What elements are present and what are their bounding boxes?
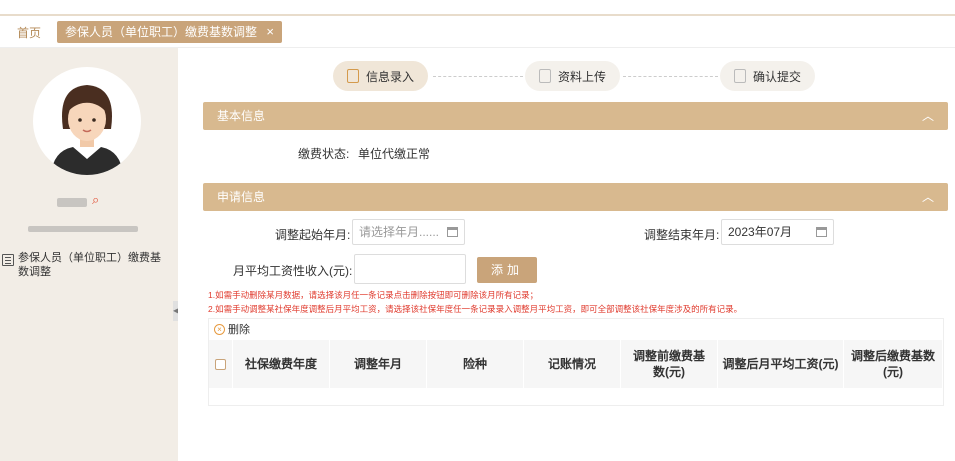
calendar-icon bbox=[447, 227, 458, 237]
income-input[interactable] bbox=[354, 254, 466, 284]
select-all-checkbox[interactable] bbox=[215, 358, 226, 370]
delete-button[interactable]: × 删除 bbox=[214, 321, 250, 337]
confirm-document-icon bbox=[734, 69, 746, 83]
delete-label: 删除 bbox=[228, 324, 250, 336]
avatar bbox=[33, 67, 141, 175]
user-id-number bbox=[28, 226, 138, 232]
hint-note: 2.如需手动调整某社保年度调整后月平均工资，请选择该社保年度任一条记录录入调整月… bbox=[208, 304, 743, 314]
chevron-up-icon[interactable]: ︿ bbox=[922, 183, 934, 211]
column-header: 记账情况 bbox=[524, 340, 621, 388]
sidebar-item-contribution-adjustment[interactable]: 参保人员（单位职工）缴费基数调整 bbox=[0, 251, 170, 279]
step-progress: 信息录入 资料上传 确认提交 bbox=[333, 61, 823, 91]
section-title: 基本信息 bbox=[217, 109, 266, 123]
sidebar: ⌕ 参保人员（单位职工）缴费基数调整 ◀ bbox=[0, 48, 179, 461]
edit-document-icon bbox=[347, 69, 359, 83]
hint-note: 1.如需手动删除某月数据，请选择该月任一条记录点击删除按钮即可删除该月所有记录； bbox=[208, 290, 539, 300]
main-content: 信息录入 资料上传 确认提交 基本信息 ︿ 缴费状态: 单位代缴正常 申请信息 … bbox=[178, 48, 955, 461]
step-confirm[interactable]: 确认提交 bbox=[720, 61, 816, 91]
tab-home[interactable]: 首页 bbox=[17, 24, 41, 41]
upload-document-icon bbox=[539, 69, 551, 83]
step-info-entry[interactable]: 信息录入 bbox=[333, 61, 429, 91]
end-month-picker[interactable]: 2023年07月 bbox=[721, 219, 834, 245]
tab-label: 参保人员（单位职工）缴费基数调整 bbox=[65, 25, 258, 39]
list-icon bbox=[2, 254, 14, 266]
start-month-picker[interactable]: 请选择年月...... bbox=[352, 219, 465, 245]
chevron-up-icon[interactable]: ︿ bbox=[922, 102, 934, 130]
column-header: 调整后月平均工资(元) bbox=[718, 340, 844, 388]
sidebar-item-label: 参保人员（单位职工）缴费基数调整 bbox=[18, 252, 161, 278]
select-all-cell bbox=[209, 340, 233, 388]
step-label: 确认提交 bbox=[753, 69, 802, 84]
start-month-placeholder: 请选择年月...... bbox=[359, 225, 440, 239]
status-value: 单位代缴正常 bbox=[358, 147, 431, 161]
calendar-icon bbox=[816, 227, 827, 237]
search-icon[interactable]: ⌕ bbox=[92, 192, 99, 208]
step-upload[interactable]: 资料上传 bbox=[525, 61, 621, 91]
apply-info-header[interactable]: 申请信息 ︿ bbox=[203, 183, 948, 211]
step-label: 信息录入 bbox=[366, 69, 415, 84]
column-header: 调整前缴费基数(元) bbox=[621, 340, 718, 388]
tab-bar: 首页 参保人员（单位职工）缴费基数调整 × bbox=[0, 16, 955, 48]
table-header: 社保缴费年度 调整年月 险种 记账情况 调整前缴费基数(元) 调整后月平均工资(… bbox=[209, 340, 943, 388]
end-month-value: 2023年07月 bbox=[728, 225, 793, 239]
close-icon[interactable]: × bbox=[266, 24, 274, 39]
step-connector bbox=[433, 76, 523, 77]
start-month-label: 调整起始年月: bbox=[275, 228, 351, 242]
tab-contribution-adjustment[interactable]: 参保人员（单位职工）缴费基数调整 × bbox=[57, 21, 282, 43]
basic-info-header[interactable]: 基本信息 ︿ bbox=[203, 102, 948, 130]
column-header: 调整后缴费基数(元) bbox=[844, 340, 943, 388]
add-button[interactable]: 添加 bbox=[477, 257, 537, 283]
column-header: 社保缴费年度 bbox=[233, 340, 330, 388]
status-label: 缴费状态: bbox=[298, 147, 350, 161]
column-header: 险种 bbox=[427, 340, 524, 388]
step-connector bbox=[623, 76, 718, 77]
section-title: 申请信息 bbox=[217, 190, 266, 204]
user-name bbox=[57, 198, 87, 207]
adjustment-table: × 删除 社保缴费年度 调整年月 险种 记账情况 调整前缴费基数(元) 调整后月… bbox=[208, 318, 944, 406]
income-label: 月平均工资性收入(元): bbox=[233, 264, 353, 278]
delete-icon: × bbox=[214, 323, 225, 335]
column-header: 调整年月 bbox=[330, 340, 427, 388]
end-month-label: 调整结束年月: bbox=[644, 228, 720, 242]
step-label: 资料上传 bbox=[558, 69, 607, 84]
